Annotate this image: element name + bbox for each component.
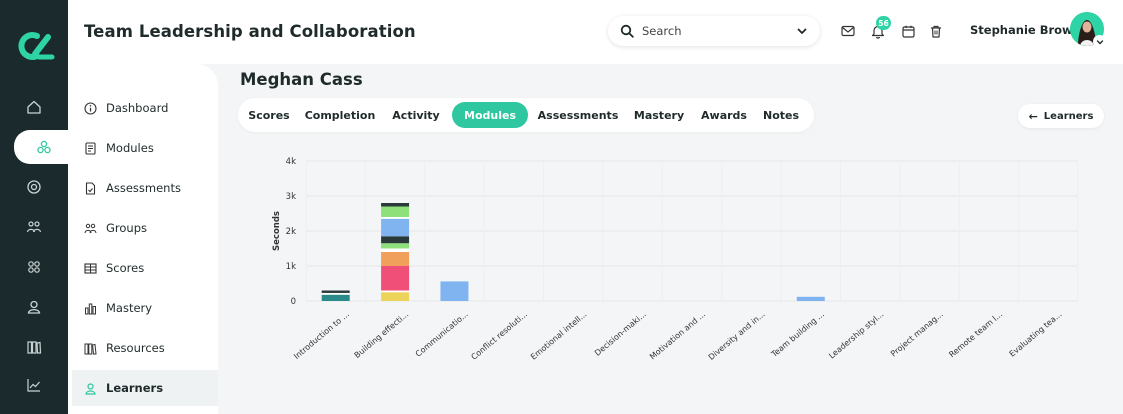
calendar-button[interactable] [900,22,916,40]
trash-button[interactable] [928,22,944,40]
user-icon [27,300,41,314]
x-tick-label: Diversity and in... [707,310,767,362]
x-tick-label: Communicatio... [414,310,470,359]
mail-icon [841,25,855,37]
x-tick-label: Project manag... [889,310,945,359]
sidebar-item-label: Learners [106,381,164,395]
home-icon [27,100,41,114]
groups-icon [26,221,42,233]
bar-segment [321,294,350,301]
rail-analytics[interactable] [0,368,68,402]
bar-segment [381,252,410,263]
x-tick-label: Decision-maki... [593,310,648,358]
bar-segment [381,248,410,252]
modules-icon [37,140,51,154]
bar-segment [381,266,410,291]
y-tick-label: 2k [286,227,296,237]
x-tick-label: Evaluating tea... [1008,310,1064,359]
brand-logo-icon[interactable] [15,30,55,62]
user-name[interactable]: Stephanie Brown [970,23,1081,37]
sidebar-item-resources[interactable]: Resources [84,336,224,360]
x-tick-label: Team building ... [769,310,826,360]
rail-target[interactable] [0,170,68,204]
bar-segment [321,290,350,293]
bar-segment [381,262,410,266]
rail-home[interactable] [0,90,68,124]
x-tick-label: Emotional intell... [529,310,589,362]
page-title: Team Leadership and Collaboration [84,22,416,41]
y-tick-label: 0 [291,297,296,307]
chevron-down-icon[interactable] [796,25,808,37]
section-sidebar: Dashboard Modules Assessments Groups Sco… [68,64,218,414]
search-box[interactable] [608,16,820,46]
rail-modules[interactable] [14,130,74,164]
modules-time-chart: 0 1k 2k 3k 4k Seconds Introduction to ... Build… [272,157,1079,362]
assessment-icon [85,181,96,195]
sidebar-item-dashboard[interactable]: Dashboard [84,96,224,120]
bar-segment [796,296,825,301]
notification-badge: 56 [876,16,891,30]
target-icon [27,180,41,194]
y-axis-label: Seconds [272,211,282,251]
groups-icon [84,223,97,233]
rail-grid[interactable] [0,250,68,284]
mail-button[interactable] [840,22,856,40]
rail-library[interactable] [0,330,68,364]
sidebar-item-mastery[interactable]: Mastery [84,296,224,320]
bar-segment [381,217,410,219]
search-icon [620,24,634,38]
sidebar-item-label: Mastery [106,301,153,315]
app-rail [0,0,74,414]
search-input[interactable] [642,24,796,38]
bar-segment [321,292,350,295]
books-icon [84,343,97,354]
calendar-icon [901,25,915,38]
bar-segment [381,206,410,217]
chevron-down-icon [1096,39,1103,44]
sidebar-item-groups[interactable]: Groups [84,216,224,240]
table-icon [84,262,97,274]
sidebar-item-label: Modules [106,141,154,155]
bar-segment [381,218,410,237]
bar-segment [381,203,410,207]
sidebar-item-modules[interactable]: Modules [84,136,224,160]
sidebar-item-label: Assessments [106,181,181,195]
rail-groups[interactable] [0,210,68,244]
x-tick-label: Leadership styl... [827,310,885,361]
x-tick-label: Introduction to ... [292,310,351,361]
module-icon [85,141,96,155]
grid-icon [28,261,40,273]
info-icon [84,101,97,115]
bar-segment [381,243,410,249]
sidebar-item-assessments[interactable]: Assessments [84,176,224,200]
sidebar-item-label: Groups [106,221,148,235]
y-tick-label: 1k [286,262,296,272]
sidebar-item-label: Resources [106,341,165,355]
bar-segment [381,236,410,244]
user-icon [85,382,96,395]
main-content: Meghan Cass Scores Completion Activity M… [218,64,1123,414]
x-tick-label: Remote team l... [947,310,1004,360]
sidebar-item-learners[interactable]: Learners [72,370,218,406]
rail-user[interactable] [0,290,68,324]
top-header: Team Leadership and Collaboration 56 Ste… [68,0,1123,64]
sidebar-item-label: Dashboard [106,101,169,115]
account-menu-toggle[interactable] [1093,35,1106,48]
y-tick-label: 4k [286,157,296,167]
y-tick-label: 3k [286,192,296,202]
analytics-icon [27,379,40,392]
x-tick-label: Conflict resoluti... [470,310,530,362]
bar-segment [381,292,410,301]
x-tick-label: Building effecti... [353,310,411,360]
library-icon [27,341,42,354]
sidebar-item-scores[interactable]: Scores [84,256,224,280]
x-tick-label: Motivation and ... [648,310,707,362]
bar-segment [440,281,469,301]
bar-chart-icon [85,303,96,314]
trash-icon [931,25,941,38]
sidebar-item-label: Scores [106,261,145,275]
bar-segment [381,290,410,293]
